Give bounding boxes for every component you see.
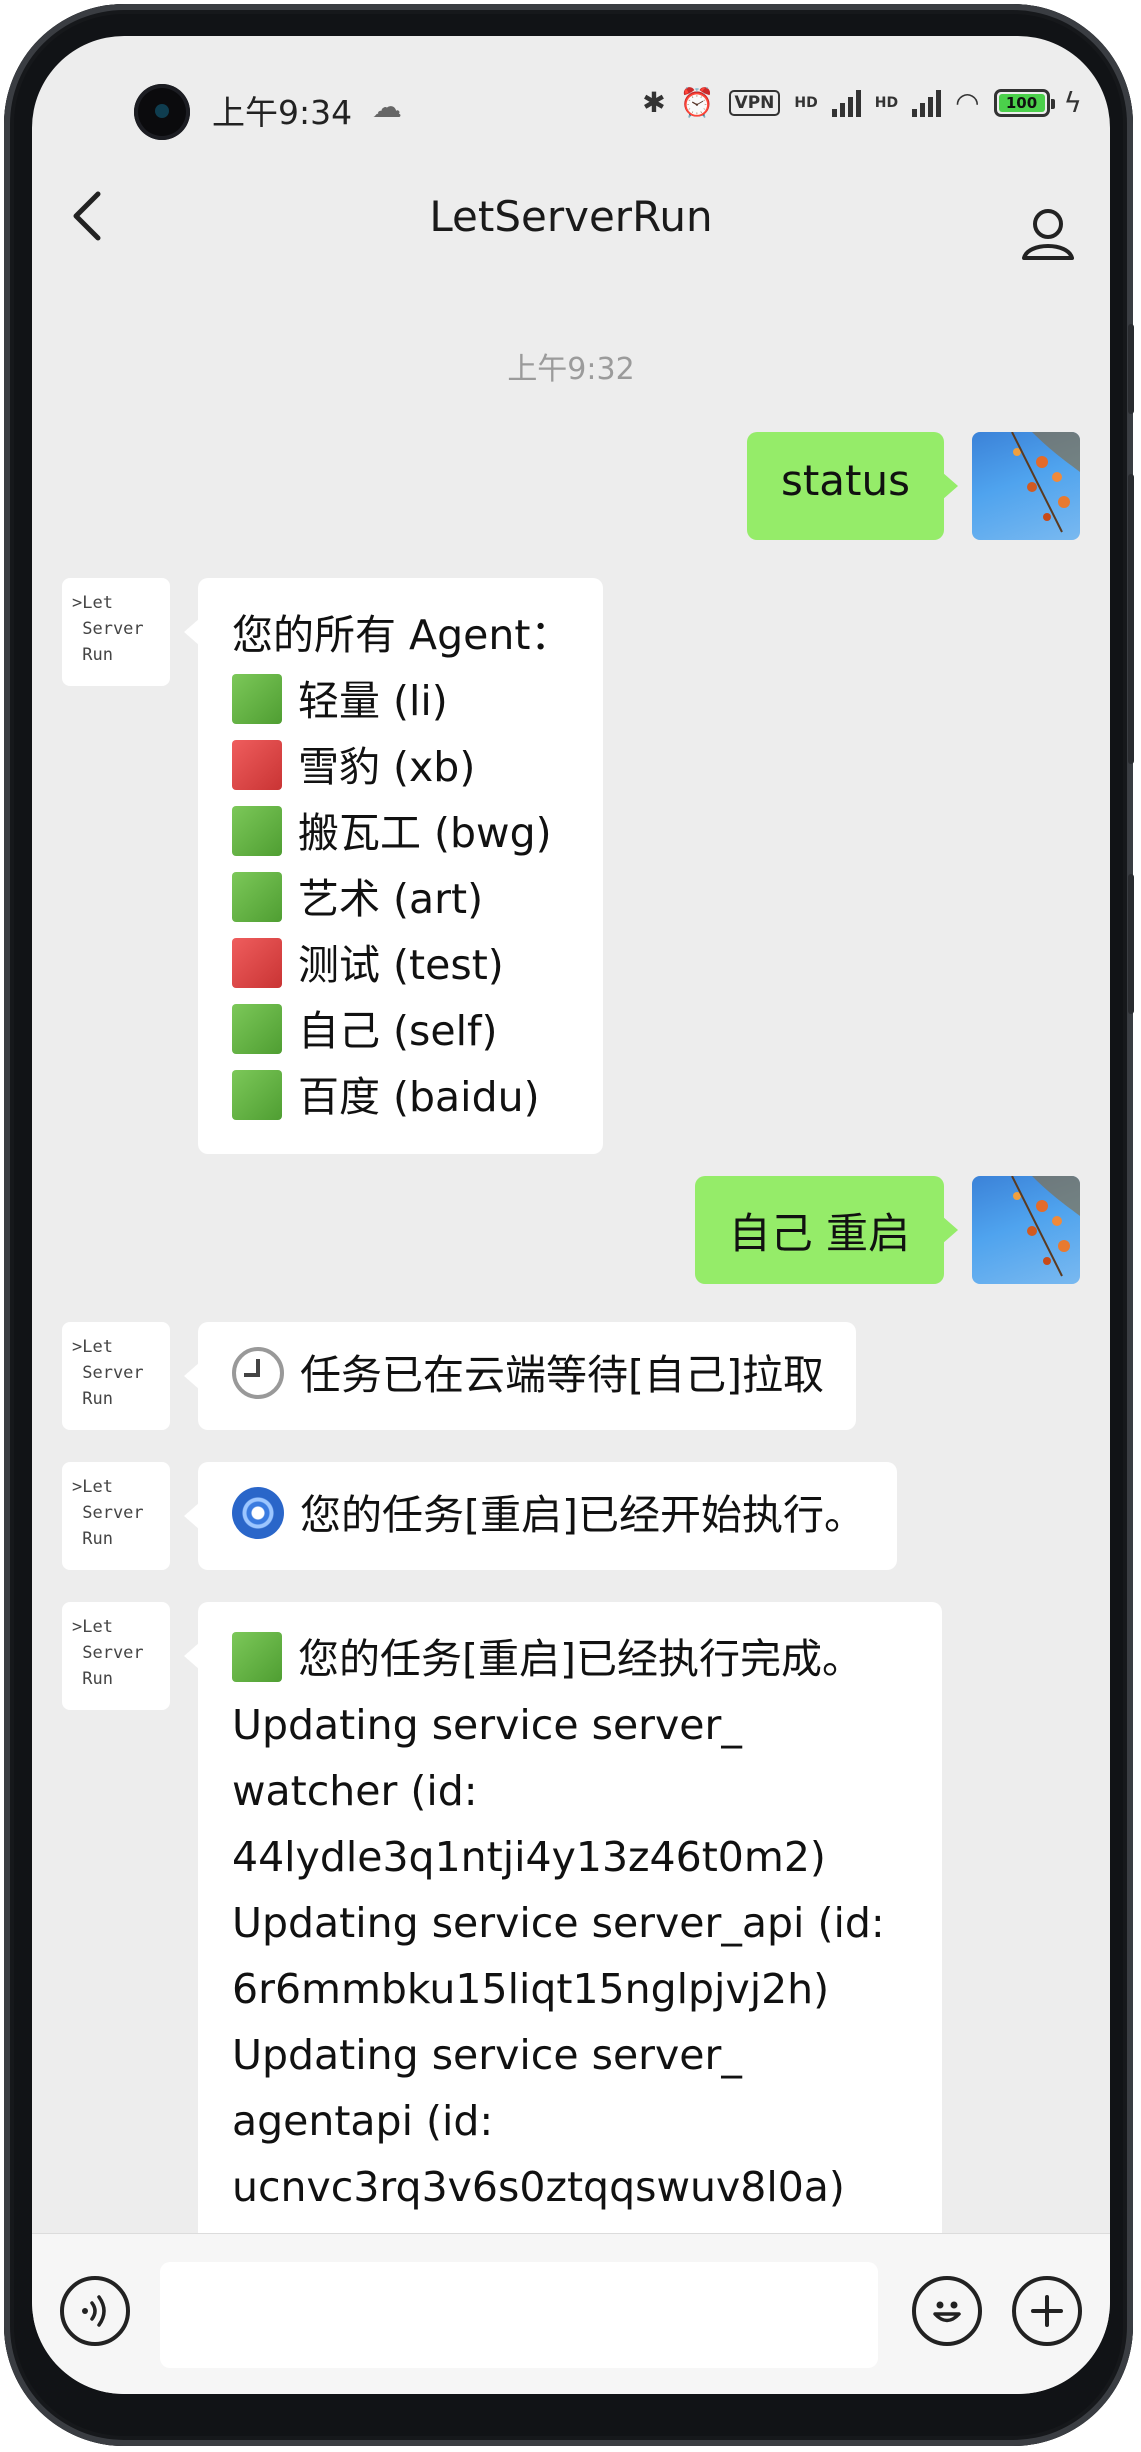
cloud-icon: ☁ (372, 90, 402, 125)
log-line: Updating service server_ (232, 1701, 742, 1749)
voice-input-icon[interactable] (60, 2276, 130, 2346)
agent-label: 百度 (baidu) (298, 1073, 540, 1121)
agent-row: 百度 (baidu) (232, 1064, 571, 1130)
phone-frame: 上午9:34 ☁ ✱ ⏰ VPN HD HD ◠ 100 ϟ LetServer… (4, 4, 1134, 2446)
screen: 上午9:34 ☁ ✱ ⏰ VPN HD HD ◠ 100 ϟ LetServer… (32, 36, 1110, 2394)
signal-hd-label-2: HD (874, 94, 899, 111)
red-square-icon (232, 740, 282, 790)
bot-avatar[interactable]: >Let Server Run (62, 578, 170, 686)
log-line: agentapi (id: (232, 2097, 494, 2145)
agent-row: 自己 (self) (232, 998, 571, 1064)
my-avatar[interactable] (972, 1176, 1080, 1284)
bot-message-completed[interactable]: 您的任务[重启]已经执行完成。 Updating service server_… (184, 1602, 942, 2244)
green-square-icon (232, 674, 282, 724)
input-bar (32, 2233, 1110, 2394)
agent-row: 轻量 (li) (232, 668, 571, 734)
log-line: ucnvc3rq3v6s0ztqqswuv8l0a) (232, 2163, 845, 2211)
front-camera (134, 84, 190, 140)
status-bar: 上午9:34 ☁ ✱ ⏰ VPN HD HD ◠ 100 ϟ (32, 36, 1110, 140)
bot-avatar[interactable]: >Let Server Run (62, 1462, 170, 1570)
message-timestamp: 上午9:32 (507, 352, 635, 387)
started-text: 您的任务[重启]已经开始执行。 (300, 1491, 865, 1539)
completed-text: 您的任务[重启]已经执行完成。 (298, 1635, 863, 1683)
bluetooth-icon: ✱ (642, 86, 666, 119)
signal-hd-label-1: HD (794, 94, 818, 111)
status-icons: ✱ ⏰ VPN HD HD ◠ 100 ϟ (642, 86, 1082, 119)
title-bar: LetServerRun (32, 166, 1110, 266)
log-line: 44lydle3q1ntji4y13z46t0m2) (232, 1833, 826, 1881)
battery-level: 100 (998, 93, 1045, 112)
agent-row: 测试 (test) (232, 932, 571, 998)
chat-title: LetServerRun (429, 192, 713, 241)
charging-icon: ϟ (1063, 86, 1082, 119)
log-line: 6r6mmbku15liqt15nglpjvj2h) (232, 1965, 830, 2013)
bot-avatar[interactable]: >Let Server Run (62, 1602, 170, 1710)
bot-message-waiting[interactable]: 任务已在云端等待[自己]拉取 (184, 1322, 856, 1430)
my-message-status[interactable]: status (746, 432, 959, 540)
green-square-icon (232, 1632, 282, 1682)
status-time: 上午9:34 (212, 93, 353, 132)
red-square-icon (232, 938, 282, 988)
green-square-icon (232, 872, 282, 922)
green-square-icon (232, 1004, 282, 1054)
agent-label: 雪豹 (xb) (298, 743, 476, 791)
agent-label: 测试 (test) (298, 941, 504, 989)
power-button (1128, 874, 1134, 1014)
clock-icon (232, 1347, 284, 1399)
signal-bars-icon (831, 89, 861, 117)
agent-label: 艺术 (art) (298, 875, 484, 923)
battery-icon: 100 (993, 88, 1055, 117)
agent-row: 雪豹 (xb) (232, 734, 571, 800)
emoji-icon[interactable] (912, 2276, 982, 2346)
cyclone-icon (232, 1487, 284, 1539)
alarm-icon: ⏰ (679, 86, 715, 119)
wifi-icon: ◠ (955, 86, 980, 119)
bot-message-agents[interactable]: 您的所有 Agent： 轻量 (li) 雪豹 (xb) 搬瓦工 (bwg) 艺术… (183, 578, 604, 1154)
side-button (1128, 324, 1134, 414)
agent-label: 轻量 (li) (298, 677, 448, 725)
plus-icon[interactable] (1012, 2276, 1082, 2346)
my-message-restart[interactable]: 自己 重启 (694, 1176, 959, 1284)
agent-label: 自己 (self) (298, 1007, 498, 1055)
message-input[interactable] (160, 2262, 878, 2368)
profile-icon[interactable] (1020, 206, 1074, 260)
agents-title: 您的所有 Agent： (232, 611, 572, 659)
agent-row: 艺术 (art) (232, 866, 571, 932)
green-square-icon (232, 1070, 282, 1120)
log-line: Updating service server_api (id: (232, 1899, 885, 1947)
green-square-icon (232, 806, 282, 856)
waiting-text: 任务已在云端等待[自己]拉取 (300, 1351, 824, 1399)
signal-bars-icon-2 (912, 89, 942, 117)
volume-button (1128, 474, 1134, 764)
completed-line: 您的任务[重启]已经执行完成。 (232, 1626, 910, 1692)
agent-label: 搬瓦工 (bwg) (298, 809, 552, 857)
log-line: Updating service server_ (232, 2031, 742, 2079)
log-line: watcher (id: (232, 1767, 478, 1815)
bot-avatar[interactable]: >Let Server Run (62, 1322, 170, 1430)
agent-row: 搬瓦工 (bwg) (232, 800, 571, 866)
my-avatar[interactable] (972, 432, 1080, 540)
vpn-badge: VPN (728, 89, 781, 116)
bot-message-started[interactable]: 您的任务[重启]已经开始执行。 (184, 1462, 897, 1570)
